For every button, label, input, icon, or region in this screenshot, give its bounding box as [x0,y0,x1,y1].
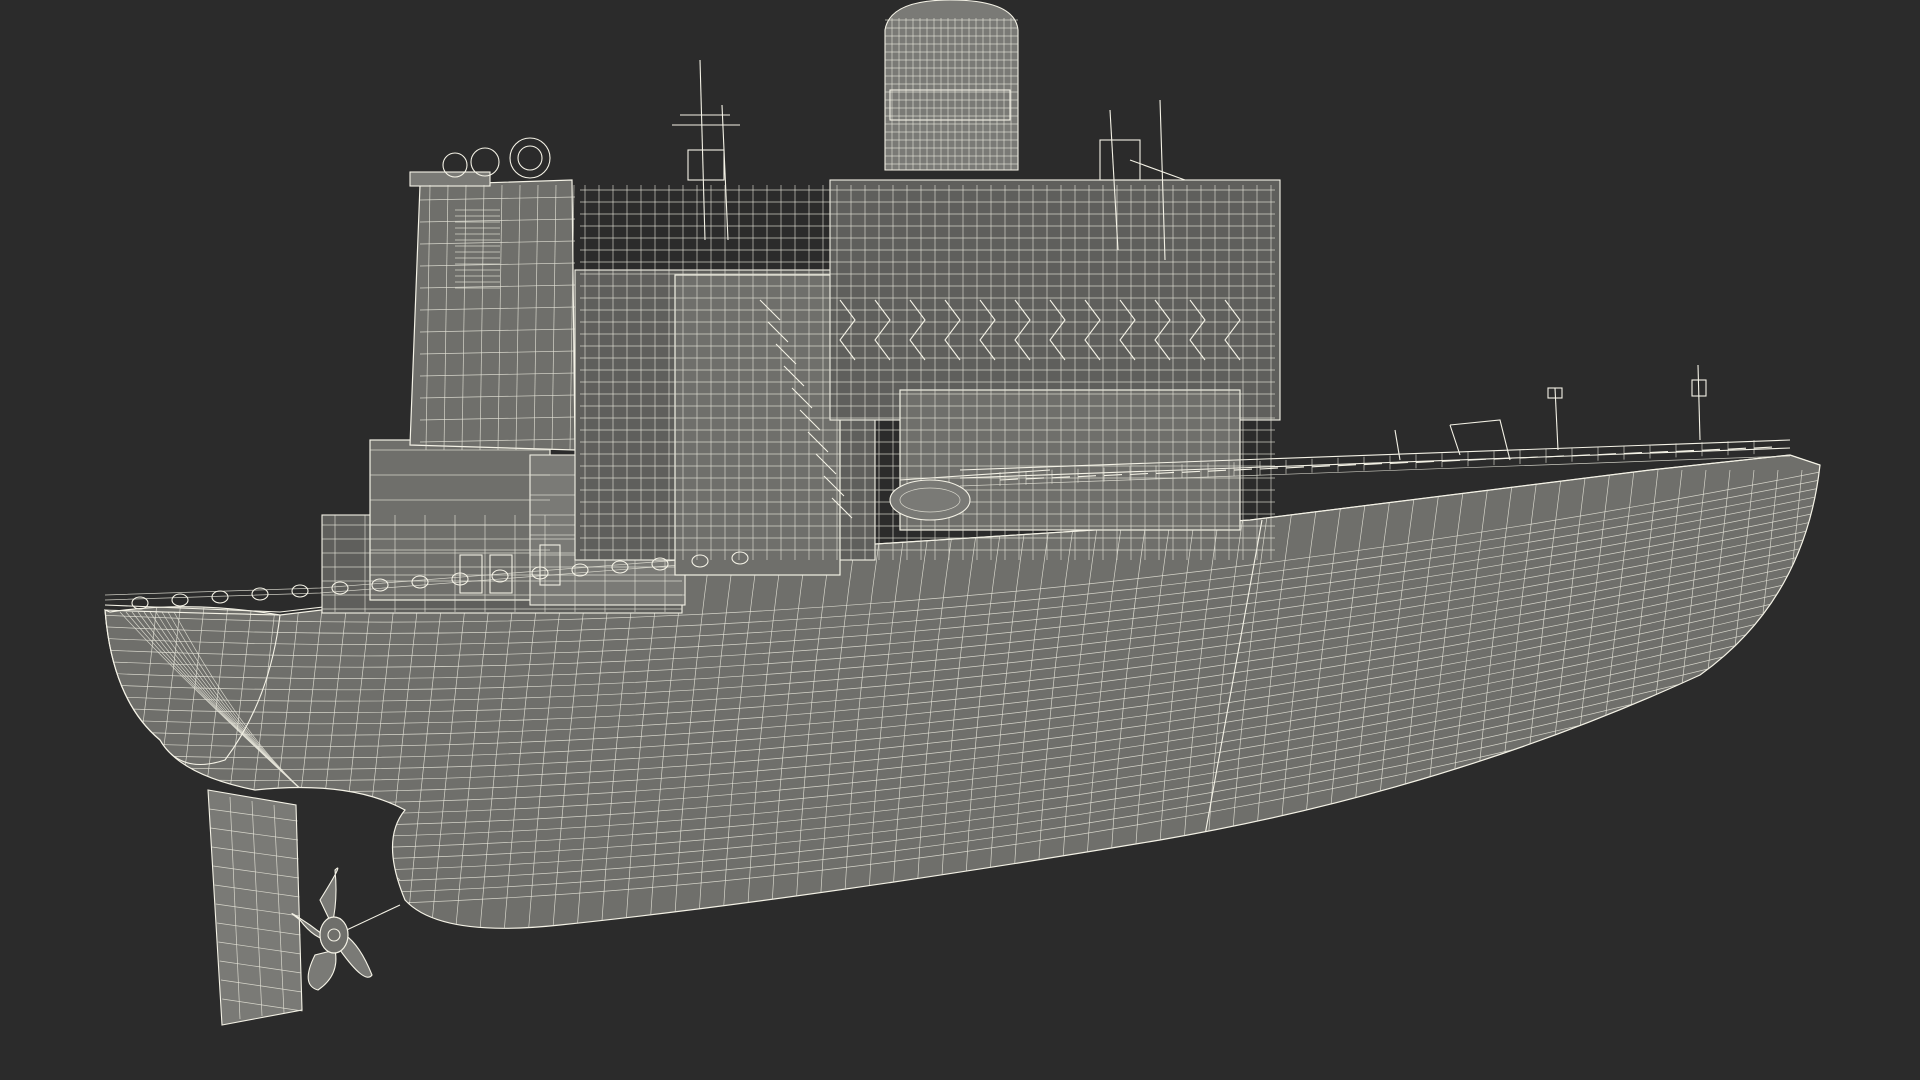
central-tower [884,0,1019,171]
lifeboat [889,479,971,521]
funnel [409,137,576,451]
propeller [291,867,401,991]
ship-wireframe-render [104,0,1821,1026]
rudder [207,789,303,1026]
viewport[interactable] [0,0,1920,1080]
